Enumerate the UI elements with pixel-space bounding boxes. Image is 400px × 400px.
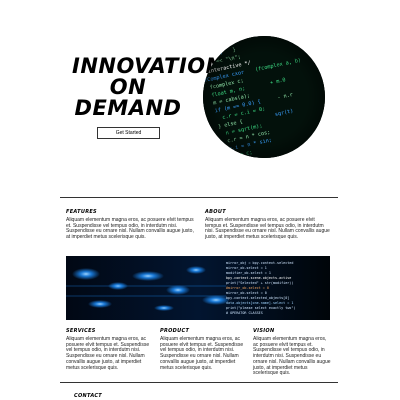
get-started-button[interactable]: Get Started xyxy=(97,127,160,139)
section-divider xyxy=(60,382,338,383)
code-screen-graphic: return 0; } cout << "\n"; /* interactive… xyxy=(203,36,325,158)
svg-text:mirror_obj = bpy.context.selec: mirror_obj = bpy.context.selected xyxy=(226,261,293,265)
svg-text:data.objects[one.name].select: data.objects[one.name].select = 1 xyxy=(226,301,293,305)
svg-text:print("Selected" + str(modifie: print("Selected" + str(modifier)) xyxy=(226,281,293,285)
about-text: Aliquam elementum magna eros, ac posuere… xyxy=(205,217,330,241)
product-text: Aliquam elementum magna eros, ac posuere… xyxy=(160,336,244,371)
svg-text:print("please select exactly t: print("please select exactly two") xyxy=(226,306,295,310)
services-text: Aliquam elementum magna eros, ac posuere… xyxy=(66,336,150,371)
features-heading: FEATURES xyxy=(66,209,97,215)
code-lights-graphic: mirror_obj = bpy.context.selected mirror… xyxy=(66,256,330,320)
hero-title: INNOVATION ON DEMAND xyxy=(72,54,224,120)
svg-text:bpy.context.selected_objects[0: bpy.context.selected_objects[0] xyxy=(226,296,289,300)
svg-text:mirror_ob.select = 0: mirror_ob.select = 0 xyxy=(226,291,267,295)
section-divider xyxy=(60,197,338,198)
product-heading: PRODUCT xyxy=(160,328,190,334)
svg-text:#mirror_ob.select = 0: #mirror_ob.select = 0 xyxy=(226,286,269,290)
vision-text: Aliquam elementum magna eros, ac posuere… xyxy=(253,336,331,377)
hero-code-image: return 0; } cout << "\n"; /* interactive… xyxy=(203,36,325,158)
hero-title-line-1: INNOVATION xyxy=(72,54,224,78)
features-text: Aliquam elementum magna eros, ac posuere… xyxy=(66,217,194,241)
contact-heading: CONTACT xyxy=(74,393,103,399)
about-heading: ABOUT xyxy=(205,209,226,215)
hero-title-line-2: ON xyxy=(109,75,147,99)
svg-text:# OPERATOR CLASSES: # OPERATOR CLASSES xyxy=(226,311,263,315)
banner-image: mirror_obj = bpy.context.selected mirror… xyxy=(66,256,330,320)
svg-text:mirror_ob.select = 1: mirror_ob.select = 1 xyxy=(226,266,267,270)
svg-text:modifier_ob.select = 1: modifier_ob.select = 1 xyxy=(226,271,271,275)
svg-text:bpy.context.scene.objects.acti: bpy.context.scene.objects.active xyxy=(226,276,291,280)
hero-title-line-3: DEMAND xyxy=(74,96,182,120)
vision-heading: VISION xyxy=(253,328,275,334)
services-heading: SERVICES xyxy=(66,328,96,334)
